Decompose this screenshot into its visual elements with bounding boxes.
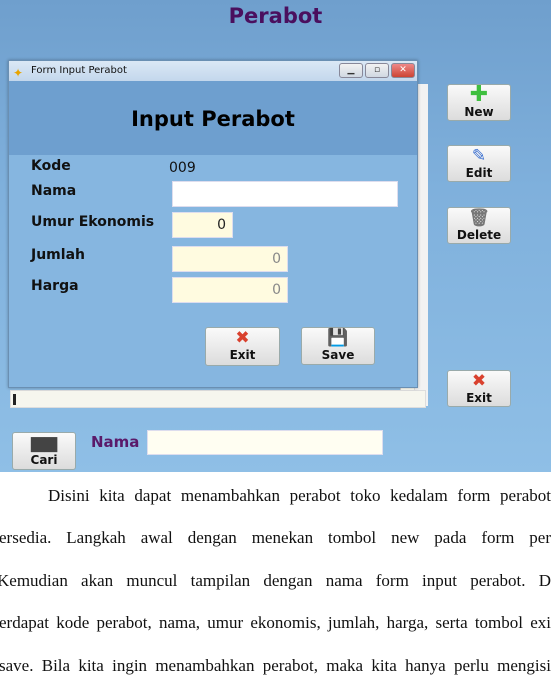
- plus-icon: ✚: [469, 82, 489, 107]
- paragraph-line: save. Bila kita ingin menambahkan perabo…: [0, 656, 551, 675]
- paragraph-line: Disini kita dapat menambahkan perabot to…: [48, 486, 551, 505]
- form-input-perabot-dialog: ✦ Form Input Perabot ▁ ▫ ✕ Input Perabot…: [8, 60, 418, 388]
- delete-button[interactable]: 🗑 Delete: [447, 207, 511, 244]
- harga-label: Harga: [31, 278, 79, 294]
- body-paragraph: Disini kita dapat menambahkan perabot to…: [0, 472, 551, 695]
- edit-button[interactable]: ✎ Edit: [447, 145, 511, 182]
- floppy-disk-icon: 💾: [327, 328, 349, 348]
- exit-button[interactable]: ✖ Exit: [447, 370, 511, 407]
- paragraph-line: erdapat kode perabot, nama, umur ekonomi…: [0, 613, 551, 632]
- pencil-icon: ✎: [471, 146, 487, 166]
- close-button[interactable]: ✕: [391, 63, 415, 78]
- dialog-titlebar: ✦ Form Input Perabot ▁ ▫ ✕: [9, 61, 417, 81]
- paragraph-line: ersedia. Langkah awal dengan menekan tom…: [0, 528, 551, 547]
- umur-ekonomis-input[interactable]: 0: [172, 212, 233, 238]
- horizontal-scrollbar[interactable]: [10, 390, 426, 408]
- dialog-exit-button[interactable]: ✖ Exit: [205, 327, 280, 366]
- jumlah-input[interactable]: 0: [172, 246, 288, 272]
- jumlah-label: Jumlah: [31, 247, 85, 263]
- scrollbar-thumb[interactable]: [13, 394, 16, 405]
- search-nama-label: Nama: [91, 433, 140, 451]
- paragraph-line: Kemudian akan muncul tampilan dengan nam…: [0, 571, 551, 590]
- application-screenshot: Perabot ✚ New ✎ Edit 🗑 Delete ✖ Exit ▆▆ Cari …: [0, 0, 551, 472]
- kode-label: Kode: [31, 158, 71, 174]
- new-button[interactable]: ✚ New: [447, 84, 511, 121]
- dialog-heading: Input Perabot: [9, 81, 417, 155]
- search-nama-input[interactable]: [147, 430, 383, 455]
- maximize-button[interactable]: ▫: [365, 63, 389, 78]
- dialog-title: Form Input Perabot: [31, 65, 127, 76]
- app-title: Perabot: [228, 4, 323, 28]
- nama-input[interactable]: [172, 181, 398, 207]
- app-icon: ✦: [13, 66, 24, 80]
- kode-value: 009: [169, 160, 196, 176]
- harga-input[interactable]: 0: [172, 277, 288, 303]
- minimize-button[interactable]: ▁: [339, 63, 363, 78]
- binoculars-icon: ▆▆: [30, 433, 58, 453]
- save-button[interactable]: 💾 Save: [301, 327, 375, 365]
- trash-icon: 🗑: [468, 208, 490, 228]
- cari-button[interactable]: ▆▆ Cari: [12, 432, 76, 470]
- x-icon: ✖: [471, 371, 487, 391]
- x-icon: ✖: [235, 328, 250, 348]
- umur-ekonomis-label: Umur Ekonomis: [31, 214, 155, 230]
- nama-label: Nama: [31, 183, 77, 199]
